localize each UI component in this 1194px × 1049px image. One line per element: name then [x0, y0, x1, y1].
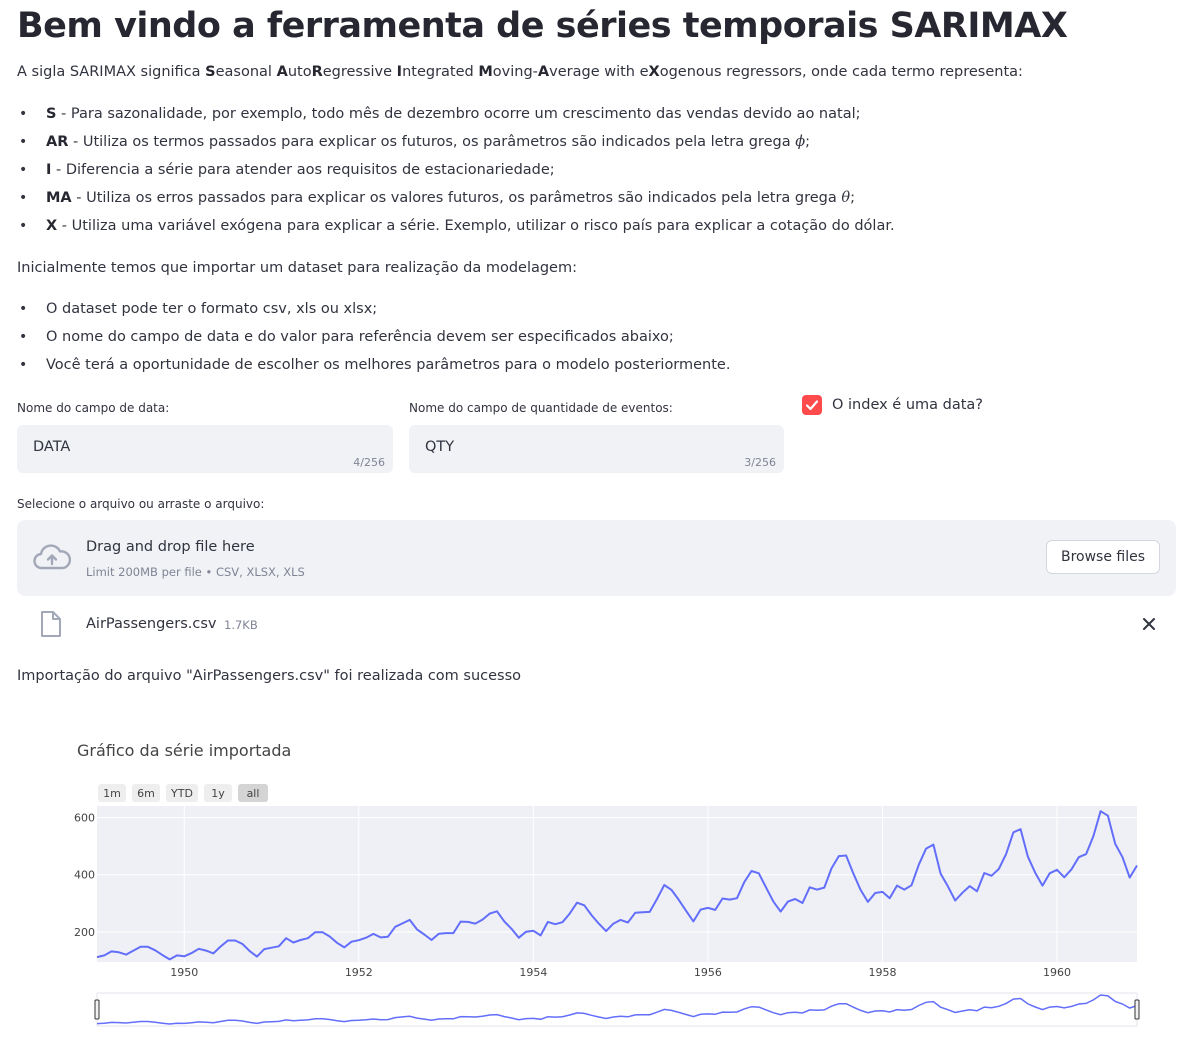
date-field-label: Nome do campo de data: [17, 401, 170, 415]
y-tick-label: 200 [74, 926, 95, 939]
term-item: S - Para sazonalidade, por exemplo, todo… [17, 100, 895, 128]
x-tick-label: 1958 [868, 966, 896, 979]
term-item: I - Diferencia a série para atender aos … [17, 156, 895, 184]
term-item: X - Utiliza uma variável exógena para ex… [17, 212, 895, 240]
drop-text: Drag and drop file here [86, 539, 255, 555]
import-intro: Inicialmente temos que importar um datas… [17, 260, 577, 276]
import-item: O nome do campo de data e do valor para … [17, 323, 730, 351]
intro-initial: M [478, 64, 493, 80]
qty-field[interactable]: 3/256 [409, 425, 784, 473]
file-icon [41, 611, 61, 637]
y-tick-label: 400 [74, 869, 95, 882]
x-tick-label: 1960 [1043, 966, 1071, 979]
intro-word: ogenous regressors, onde cada termo repr… [659, 64, 1023, 80]
range-button-label: 6m [137, 787, 155, 800]
range-slider-right-handle[interactable] [1134, 999, 1140, 1020]
plot-area [97, 806, 1137, 962]
range-slider-left-handle[interactable] [94, 999, 100, 1020]
term-key: X [46, 218, 58, 234]
page-title: Bem vindo a ferramenta de séries tempora… [17, 6, 1068, 46]
x-tick-label: 1950 [170, 966, 198, 979]
uploaded-file-row: AirPassengers.csv 1.7KB [17, 606, 1176, 644]
browse-files-button[interactable]: Browse files [1046, 540, 1160, 574]
term-tail: ; [805, 134, 810, 150]
intro-word: verage with e [549, 64, 649, 80]
term-key: MA [46, 190, 72, 206]
greek-letter: θ [841, 190, 851, 206]
intro-word: ntegrated [402, 64, 479, 80]
uploader-label: Selecione o arquivo ou arraste o arquivo… [17, 497, 265, 511]
term-text: - Utiliza uma variável exógena para expl… [57, 218, 895, 234]
intro-initial: A [276, 64, 288, 80]
date-counter: 4/256 [353, 456, 385, 469]
file-name: AirPassengers.csv [86, 616, 217, 632]
index-checkbox-label[interactable]: O index é uma data? [832, 397, 983, 413]
import-item: O dataset pode ter o formato csv, xls ou… [17, 295, 730, 323]
term-text: - Utiliza os termos passados para explic… [68, 134, 796, 150]
term-item: AR - Utiliza os termos passados para exp… [17, 128, 895, 156]
intro-word: egressive [322, 64, 397, 80]
x-tick-label: 1956 [694, 966, 722, 979]
intro-word: easonal [215, 64, 277, 80]
x-tick-label: 1954 [519, 966, 547, 979]
term-text: - Diferencia a série para atender aos re… [51, 162, 555, 178]
import-item: Você terá a oportunidade de escolher os … [17, 351, 730, 379]
term-text: - Para sazonalidade, por exemplo, todo m… [56, 106, 861, 122]
greek-letter: ϕ [795, 134, 806, 150]
intro-initial: A [537, 64, 550, 80]
file-dropzone[interactable]: Drag and drop file here Limit 200MB per … [17, 520, 1176, 596]
x-tick-label: 1952 [345, 966, 373, 979]
success-message: Importação do arquivo "AirPassengers.csv… [17, 668, 522, 684]
cloud-upload-icon [33, 544, 71, 570]
intro-word: uto [287, 64, 312, 80]
qty-field-label: Nome do campo de quantidade de eventos: [409, 401, 673, 415]
range-button-label: YTD [170, 787, 193, 800]
chart-title: Gráfico da série importada [77, 741, 291, 760]
intro-paragraph: A sigla SARIMAX significa Seasonal AutoR… [17, 64, 1023, 80]
date-field[interactable]: 4/256 [17, 425, 393, 473]
range-button-label: 1m [103, 787, 121, 800]
import-list: O dataset pode ter o formato csv, xls ou… [17, 295, 730, 379]
y-tick-label: 600 [74, 811, 95, 824]
intro-initial: S [205, 64, 216, 80]
series-chart: Gráfico da série importada 1m 6m YTD 1y all 20… [74, 741, 1140, 1027]
date-input[interactable] [33, 439, 333, 455]
intro-initial: R [311, 64, 323, 80]
qty-counter: 3/256 [744, 456, 776, 469]
term-tail: ; [850, 190, 856, 206]
term-text: - Utiliza os erros passados para explica… [71, 190, 842, 206]
check-icon [805, 400, 819, 411]
index-checkbox[interactable] [802, 395, 822, 415]
intro-initial: X [648, 64, 660, 80]
term-key: S [46, 106, 57, 122]
range-button-label: all [247, 787, 260, 800]
terms-list: S - Para sazonalidade, por exemplo, todo… [17, 100, 895, 240]
qty-input[interactable] [425, 439, 725, 455]
intro-word: oving- [492, 64, 538, 80]
term-key: AR [46, 134, 69, 150]
term-item: MA - Utiliza os erros passados para expl… [17, 184, 895, 212]
range-button-label: 1y [211, 787, 225, 800]
file-size: 1.7KB [224, 618, 258, 632]
limit-text: Limit 200MB per file • CSV, XLSX, XLS [86, 565, 305, 579]
close-icon[interactable] [1139, 614, 1159, 634]
